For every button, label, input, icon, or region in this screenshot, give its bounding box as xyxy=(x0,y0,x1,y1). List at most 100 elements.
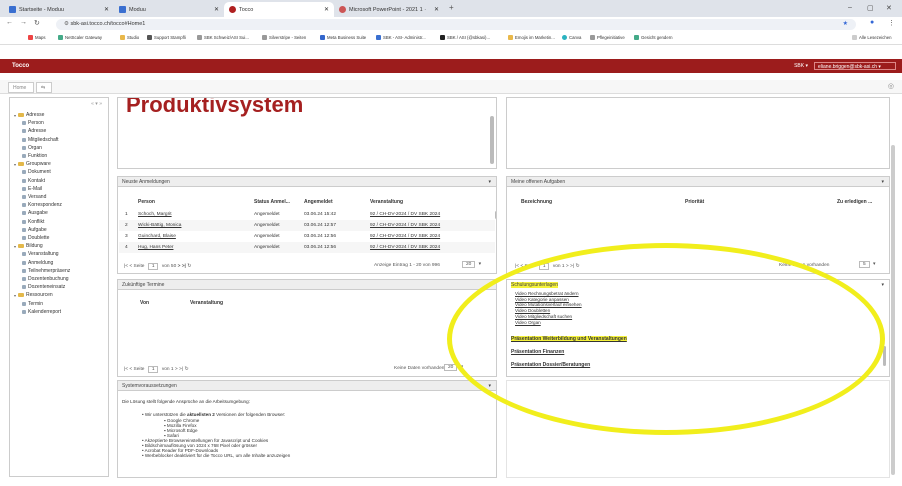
col-prioritaet[interactable]: Priorität xyxy=(685,199,704,205)
back-icon[interactable]: ← xyxy=(6,19,13,26)
tree-item[interactable]: Veranstaltung xyxy=(22,251,59,257)
first-page-icon[interactable]: |< < xyxy=(124,264,132,269)
tree-item[interactable]: Aufgabe xyxy=(22,227,47,233)
next-page-icon[interactable]: > >| xyxy=(175,367,183,372)
event-link[interactable]: 92 / CH-DV-2024 / DV SBK 2024 xyxy=(370,212,440,217)
tree-item[interactable]: ▾ Groupware xyxy=(14,161,51,167)
event-link[interactable]: 92 / CH-DV-2024 / DV SBK 2024 xyxy=(370,223,440,228)
event-link[interactable]: 92 / CH-DV-2024 / DV SBK 2024 xyxy=(370,234,440,239)
bookmark-sbk-insta[interactable]: SBK / ASI (@sbkasi)... xyxy=(440,35,490,40)
tree-item[interactable]: ▾ Adresse xyxy=(14,112,44,118)
scrollbar[interactable] xyxy=(495,211,496,219)
chevron-down-icon[interactable]: ▾ xyxy=(881,179,884,185)
close-icon[interactable]: ✕ xyxy=(214,6,219,13)
maximize-icon[interactable]: ▢ xyxy=(867,4,874,12)
bookmark-netscaler[interactable]: NetScaler Gateway xyxy=(58,35,102,40)
bookmark-studio[interactable]: Studio xyxy=(120,35,139,40)
user-menu[interactable]: eliane.briggen@sbk-asi.ch ▾ xyxy=(814,62,896,70)
tree-item[interactable]: Organ xyxy=(22,145,42,151)
col-status[interactable]: Status Anmel... xyxy=(254,199,290,205)
tree-item[interactable]: Dozenteneinsatz xyxy=(22,284,65,290)
bookmark-sbk-admin[interactable]: SBK - ASI- Administr... xyxy=(376,35,426,40)
close-icon[interactable]: ✕ xyxy=(434,6,439,13)
browser-tab-startseite[interactable]: Startseite - Moduu ✕ xyxy=(4,2,114,17)
col-veranstaltung[interactable]: Veranstaltung xyxy=(370,199,403,205)
person-link[interactable]: Guinchard, Blaise xyxy=(138,234,176,239)
chevron-down-icon[interactable]: ▾ xyxy=(881,282,884,288)
page-size-select[interactable]: 5 ▾ xyxy=(857,261,875,268)
browser-tab-powerpoint[interactable]: Microsoft PowerPoint - 2021 1 · ✕ xyxy=(334,2,444,17)
refresh-icon[interactable]: ↻ xyxy=(184,367,188,372)
close-window-icon[interactable]: ✕ xyxy=(886,4,892,12)
tree-item[interactable]: Person xyxy=(22,120,44,126)
new-tab-button[interactable]: + xyxy=(449,3,454,12)
tree-item[interactable]: Doublette xyxy=(22,235,49,241)
tree-item[interactable]: E-Mail xyxy=(22,186,42,192)
person-link[interactable]: Wicki-Bättig, Monica xyxy=(138,223,181,228)
expand-icon[interactable]: ▾ xyxy=(14,113,16,118)
scrollbar[interactable] xyxy=(490,116,494,164)
next-page-icon[interactable]: > >| xyxy=(178,264,186,269)
expand-icon[interactable]: ▾ xyxy=(14,162,16,167)
star-icon[interactable]: ★ xyxy=(843,20,848,27)
tree-toolbar-icons[interactable]: « ▾ » xyxy=(91,101,102,107)
tree-item[interactable]: Kontakt xyxy=(22,178,45,184)
tree-item[interactable]: Versand xyxy=(22,194,46,200)
tree-item[interactable]: Teilnehmerpräsenz xyxy=(22,268,70,274)
col-bezeichnung[interactable]: Bezeichnung xyxy=(521,199,552,205)
tree-item[interactable]: Adresse xyxy=(22,128,46,134)
forward-icon[interactable]: → xyxy=(20,19,27,26)
profile-icon[interactable]: ● xyxy=(870,19,874,26)
tree-item[interactable]: Dozentenbuchung xyxy=(22,276,69,282)
tree-item[interactable]: Mitgliedschaft xyxy=(22,137,59,143)
bookmark-meta[interactable]: Meta Business Suite xyxy=(320,35,366,40)
page-size-select[interactable]: 20 ▾ xyxy=(460,261,481,268)
col-zu-erledigen[interactable]: Zu erledigen ... xyxy=(837,199,872,205)
page-input[interactable]: 1 xyxy=(147,366,159,373)
chevron-down-icon[interactable]: ▾ xyxy=(488,179,491,185)
browser-tab-tocco[interactable]: Tocco ✕ xyxy=(224,2,334,17)
bookmark-sbk-schweiz[interactable]: SBK Schweiz/ASI Sui... xyxy=(197,35,249,40)
bookmark-maps[interactable]: Maps xyxy=(28,35,46,40)
tab-modules-icon[interactable]: ⇆ xyxy=(36,82,52,93)
col-person[interactable]: Person xyxy=(138,199,155,205)
expand-icon[interactable]: ▾ xyxy=(14,293,16,298)
reload-icon[interactable]: ↻ xyxy=(34,19,40,27)
tree-item[interactable]: Anmeldung xyxy=(22,260,53,266)
tree-item[interactable]: Kalenderreport xyxy=(22,309,61,315)
tree-item[interactable]: Konflikt xyxy=(22,219,44,225)
col-veranstaltung[interactable]: Veranstaltung xyxy=(190,300,223,306)
bookmark-support[interactable]: Support Stampfli xyxy=(147,35,186,40)
page-scrollbar[interactable] xyxy=(891,145,895,475)
close-icon[interactable]: ✕ xyxy=(104,6,109,13)
col-von[interactable]: Von xyxy=(140,300,149,306)
person-link[interactable]: Schoch, Margrit xyxy=(138,212,172,217)
tree-item[interactable]: Funktion xyxy=(22,153,47,159)
expand-icon[interactable]: ▾ xyxy=(14,244,16,249)
col-angemeldet[interactable]: Angemeldet xyxy=(304,199,333,205)
tree-item[interactable]: Korrespondenz xyxy=(22,202,62,208)
bookmark-silverstripe[interactable]: Silverstripe - Seiten xyxy=(262,35,306,40)
first-page-icon[interactable]: |< < xyxy=(124,367,132,372)
minimize-icon[interactable]: – xyxy=(848,4,852,11)
tree-item[interactable]: Ausgabe xyxy=(22,210,48,216)
tree-item[interactable]: ▾ Bildung xyxy=(14,243,43,249)
bookmark-pflegeinitiative[interactable]: Pflegeinitiative xyxy=(590,35,625,40)
person-link[interactable]: Hug, Hans Peter xyxy=(138,245,173,250)
menu-icon[interactable]: ⋮ xyxy=(888,19,895,27)
tree-item[interactable]: ▾ Ressourcen xyxy=(14,292,53,298)
bookmark-emojis[interactable]: Emojis im Marketin... xyxy=(508,35,555,40)
tab-home[interactable]: Home xyxy=(8,82,34,93)
refresh-icon[interactable]: ↻ xyxy=(187,264,191,269)
settings-icon[interactable]: ◎ xyxy=(888,82,894,90)
business-unit-selector[interactable]: SBK ▾ xyxy=(794,63,808,69)
url-input[interactable]: ⚙ sbk-asi.tocco.ch/tocco#Home1 ★ xyxy=(56,19,856,30)
bookmark-canva[interactable]: Canva xyxy=(562,35,581,40)
tree-item[interactable]: Dokument xyxy=(22,169,51,175)
page-input[interactable]: 1 xyxy=(147,263,159,270)
bookmark-all[interactable]: Alle Lesezeichen xyxy=(852,35,892,40)
bookmark-gesicht[interactable]: Gesicht gendern xyxy=(634,35,673,40)
tree-item[interactable]: Termin xyxy=(22,301,43,307)
close-icon[interactable]: ✕ xyxy=(324,6,329,13)
browser-tab-moduu[interactable]: Moduu ✕ xyxy=(114,2,224,17)
